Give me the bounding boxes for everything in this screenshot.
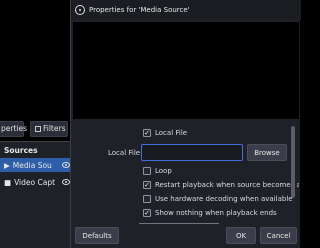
local-file-checkbox[interactable]: ✓: [143, 129, 151, 137]
camera-icon: ■: [4, 177, 12, 187]
hardware-decoding-checkbox[interactable]: [143, 195, 151, 203]
eye-icon[interactable]: [62, 179, 70, 185]
scrollbar-thumb[interactable]: [291, 126, 295, 198]
dialog-titlebar[interactable]: Properties for 'Media Source': [71, 0, 301, 20]
loop-checkbox-row[interactable]: Loop: [143, 167, 172, 175]
local-file-checkbox-label: Local File: [155, 129, 188, 137]
show-nothing-checkbox-label: Show nothing when playback ends: [155, 209, 277, 217]
filters-button[interactable]: Filters: [30, 121, 68, 137]
browse-button[interactable]: Browse: [247, 144, 287, 161]
properties-dialog: Properties for 'Media Source' ✓ Local Fi…: [70, 0, 301, 248]
defaults-button-label: Defaults: [82, 231, 112, 240]
source-item-label: Media Sou: [12, 160, 52, 170]
sources-panel: Sources ▶ Media Sou ■ Video Capt: [0, 141, 70, 248]
loop-checkbox-label: Loop: [155, 167, 172, 175]
ok-button-label: OK: [235, 231, 247, 240]
restart-playback-checkbox[interactable]: ✓: [143, 181, 151, 189]
restart-playback-checkbox-label: Restart playback when source becomes act…: [155, 181, 299, 189]
hardware-decoding-checkbox-label: Use hardware decoding when available: [155, 195, 293, 203]
preview-area: [73, 22, 299, 119]
defaults-button[interactable]: Defaults: [75, 227, 119, 244]
properties-button[interactable]: perties: [0, 121, 28, 137]
cancel-button-label: Cancel: [266, 231, 291, 240]
browse-button-label: Browse: [254, 148, 280, 157]
dialog-title: Properties for 'Media Source': [89, 6, 190, 14]
show-nothing-checkbox-row[interactable]: ✓ Show nothing when playback ends: [143, 209, 277, 217]
properties-button-label: perties: [1, 124, 28, 133]
restart-playback-checkbox-row[interactable]: ✓ Restart playback when source becomes a…: [143, 181, 299, 189]
local-file-field-label: Local File: [108, 149, 141, 157]
source-item-label: Video Capt: [14, 177, 56, 187]
next-property-partial: [139, 223, 219, 224]
cancel-button[interactable]: Cancel: [260, 227, 297, 244]
hardware-decoding-checkbox-row[interactable]: Use hardware decoding when available: [143, 195, 293, 203]
source-item-video-capture[interactable]: ■ Video Capt: [0, 175, 70, 189]
filters-button-label: Filters: [43, 124, 66, 133]
local-file-checkbox-row[interactable]: ✓ Local File: [143, 129, 187, 137]
sources-title: Sources: [4, 146, 38, 155]
local-file-input[interactable]: [141, 144, 243, 161]
loop-checkbox[interactable]: [143, 167, 151, 175]
properties-scrollbar[interactable]: [290, 124, 296, 224]
eye-icon[interactable]: [62, 162, 70, 168]
filter-icon: [35, 126, 41, 132]
source-item-media[interactable]: ▶ Media Sou: [0, 158, 70, 172]
obs-logo-icon: [75, 5, 85, 15]
play-icon: ▶: [4, 160, 10, 170]
properties-list: ✓ Local File Local File Browse Loop ✓ Re…: [73, 124, 299, 224]
obs-main-window: perties Filters Sources ▶ Media Sou ■ Vi…: [0, 0, 70, 248]
ok-button[interactable]: OK: [226, 227, 256, 244]
show-nothing-checkbox[interactable]: ✓: [143, 209, 151, 217]
